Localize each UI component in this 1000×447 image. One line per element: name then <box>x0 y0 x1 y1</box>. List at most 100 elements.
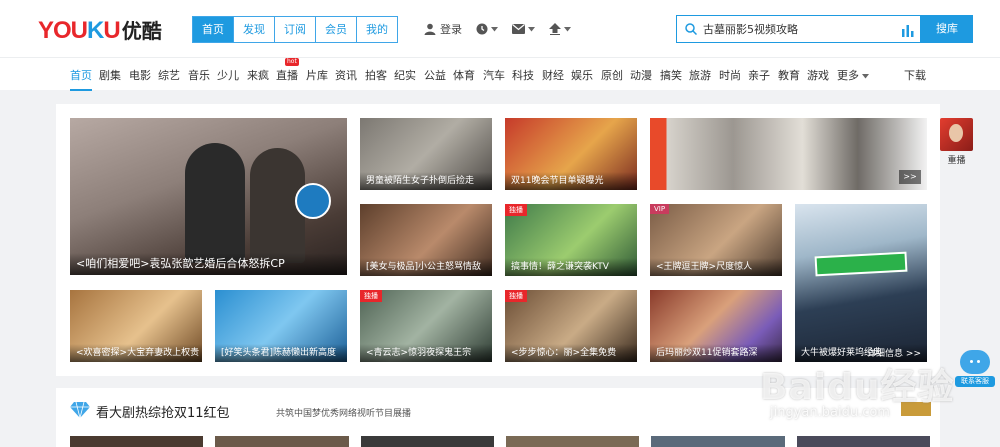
exclusive-tag: 独播 <box>505 204 527 216</box>
exclusive-tag: 独播 <box>360 290 382 302</box>
cat-fashion[interactable]: 时尚 <box>719 67 741 83</box>
sponsor-logo[interactable] <box>901 402 931 416</box>
replay-thumbnail <box>940 118 973 151</box>
cat-auto[interactable]: 汽车 <box>483 67 505 83</box>
header: YOUKU优酷 首页 发现 订阅 会员 我的 登录 搜库 <box>0 0 1000 57</box>
topnav-subscribe[interactable]: 订阅 <box>275 16 316 43</box>
video-thumbnail[interactable] <box>360 436 494 447</box>
ranking-bars-icon[interactable] <box>902 23 914 37</box>
video-thumbnail[interactable] <box>70 436 204 447</box>
cat-series[interactable]: 剧集 <box>99 67 121 83</box>
upload-button[interactable] <box>549 23 571 35</box>
youku-logo[interactable]: YOUKU 优酷 <box>38 17 162 45</box>
login-button[interactable]: 登录 <box>424 21 462 37</box>
video-tile[interactable]: 后玛丽炒双11促销套路深 <box>650 290 782 362</box>
cat-education[interactable]: 教育 <box>778 67 800 83</box>
download-link[interactable]: 下载 <box>904 67 926 83</box>
replay-widget[interactable]: 重播 <box>940 118 973 166</box>
topnav-home[interactable]: 首页 <box>192 16 234 43</box>
promo-section: 看大剧热综抢双11红包 共筑中国梦优秀网络视听节目展播 <box>56 388 940 447</box>
tile-caption: <步步惊心：丽>全集免费 <box>505 344 637 362</box>
vip-tag: VIP <box>650 204 670 214</box>
thumb-figure <box>185 143 245 263</box>
variety-poster-tile[interactable]: 大牛被爆好莱坞经典 详细信息 >> <box>795 204 927 362</box>
video-tile[interactable]: 男童被陌生女子扑倒后捡走 <box>360 118 492 190</box>
cat-variety[interactable]: 综艺 <box>158 67 180 83</box>
cat-parenting[interactable]: 亲子 <box>748 67 770 83</box>
tile-caption: <欢喜密探>大宝弃妻改上权贵 <box>70 344 202 362</box>
exclusive-tag: 独播 <box>505 290 527 302</box>
mail-icon <box>512 24 525 34</box>
cat-kids[interactable]: 少儿 <box>217 67 239 83</box>
video-thumbnail[interactable] <box>651 436 785 447</box>
cat-travel[interactable]: 旅游 <box>689 67 711 83</box>
cat-original[interactable]: 原创 <box>601 67 623 83</box>
cat-laifeng[interactable]: 来疯 <box>247 67 269 83</box>
customer-service-label: 联系客服 <box>955 376 995 387</box>
premiere-badge <box>295 183 331 219</box>
chevron-down-icon <box>564 26 571 31</box>
header-tools: 登录 <box>424 21 585 37</box>
chevron-down-icon <box>528 26 535 31</box>
video-tile[interactable]: VIP <王牌逗王牌>尺度惊人 <box>650 204 782 276</box>
search-icon <box>685 23 697 35</box>
replay-label: 重播 <box>947 156 966 166</box>
topnav-discover[interactable]: 发现 <box>234 16 275 43</box>
search-input[interactable] <box>703 20 893 38</box>
history-button[interactable] <box>476 23 498 35</box>
tile-caption: [美女与极品]小公主怒骂情敌 <box>360 258 492 276</box>
top-nav: 首页 发现 订阅 会员 我的 <box>192 16 398 43</box>
chevron-down-icon <box>491 26 498 31</box>
chat-bubble-icon <box>960 350 990 374</box>
tile-caption: <咱们相爱吧>袁弘张歆艺婚后合体怒拆CP <box>70 253 347 275</box>
cat-charity[interactable]: 公益 <box>424 67 446 83</box>
cat-live[interactable]: 直播 <box>276 67 298 83</box>
cat-sports[interactable]: 体育 <box>453 67 475 83</box>
video-tile-wide[interactable]: >> <box>650 118 927 190</box>
cat-finance[interactable]: 财经 <box>542 67 564 83</box>
cat-anime[interactable]: 动漫 <box>630 67 652 83</box>
cat-games[interactable]: 游戏 <box>807 67 829 83</box>
section-thumbnails <box>70 436 930 447</box>
customer-service-widget[interactable]: 联系客服 <box>955 350 995 387</box>
cat-ent[interactable]: 娱乐 <box>571 67 593 83</box>
video-tile[interactable]: 独播 <青云志>惊羽夜探鬼王宗 <box>360 290 492 362</box>
topnav-member[interactable]: 会员 <box>316 16 357 43</box>
search-button[interactable]: 搜库 <box>921 15 973 43</box>
cat-home[interactable]: 首页 <box>70 67 92 91</box>
hot-badge: hot <box>285 58 299 66</box>
cat-documentary[interactable]: 纪实 <box>394 67 416 83</box>
video-thumbnail[interactable] <box>215 436 349 447</box>
more-button[interactable]: >> <box>899 170 921 184</box>
cat-tech[interactable]: 科技 <box>512 67 534 83</box>
cat-movie[interactable]: 电影 <box>129 67 151 83</box>
cat-news[interactable]: 资讯 <box>335 67 357 83</box>
cat-funny[interactable]: 搞笑 <box>660 67 682 83</box>
video-thumbnail[interactable] <box>505 436 640 447</box>
video-thumbnail[interactable] <box>796 436 930 447</box>
tile-caption: 后玛丽炒双11促销套路深 <box>650 344 782 362</box>
search-box <box>676 15 921 43</box>
cat-music[interactable]: 音乐 <box>188 67 210 83</box>
clock-icon <box>476 23 488 35</box>
video-tile[interactable]: 独播 <步步惊心：丽>全集免费 <box>505 290 637 362</box>
video-tile[interactable]: 独播 搞事情！薛之谦突袭KTV <box>505 204 637 276</box>
video-tile[interactable]: <欢喜密探>大宝弃妻改上权贵 <box>70 290 202 362</box>
search-bar: 搜库 <box>676 15 973 43</box>
video-tile[interactable]: [美女与极品]小公主怒骂情敌 <box>360 204 492 276</box>
topnav-mine[interactable]: 我的 <box>357 16 398 43</box>
cat-paike[interactable]: 拍客 <box>365 67 387 83</box>
featured-content: <咱们相爱吧>袁弘张歆艺婚后合体怒拆CP 男童被陌生女子扑倒后捡走 双11晚会节… <box>56 104 940 376</box>
upload-icon <box>549 23 561 35</box>
login-label: 登录 <box>440 23 462 36</box>
featured-video-tile[interactable]: <咱们相爱吧>袁弘张歆艺婚后合体怒拆CP <box>70 118 347 275</box>
video-tile[interactable]: 双11晚会节目单疑曝光 <box>505 118 637 190</box>
section-title[interactable]: 看大剧热综抢双11红包 <box>96 402 230 421</box>
message-button[interactable] <box>512 24 535 34</box>
chevron-down-icon <box>862 74 869 79</box>
section-subtitle: 共筑中国梦优秀网络视听节目展播 <box>276 409 412 419</box>
detail-link[interactable]: 详细信息 >> <box>867 346 921 359</box>
video-tile[interactable]: [好笑头条君]陈赫懒出新高度 <box>215 290 347 362</box>
cat-library[interactable]: 片库 <box>306 67 328 83</box>
cat-more[interactable]: 更多 <box>837 67 869 83</box>
